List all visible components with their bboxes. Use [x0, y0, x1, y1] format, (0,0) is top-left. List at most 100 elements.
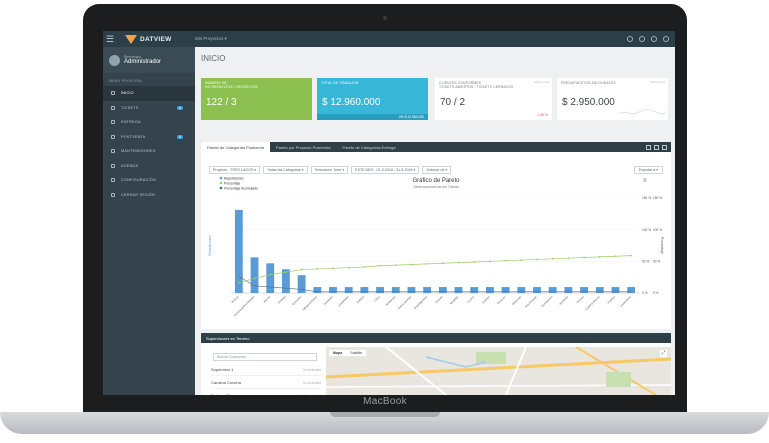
sidebar-item-label: POSTVENTA — [121, 134, 146, 139]
export-button[interactable]: Exportar a ▾ — [633, 166, 663, 174]
expand-icon[interactable] — [654, 144, 659, 150]
bar — [486, 287, 494, 293]
project-filter[interactable]: Proyecto - TRES LAGOS ▾ — [209, 166, 261, 174]
sort-filter[interactable]: Ordenar de ▾ — [422, 166, 452, 174]
tab-pareto-postventa[interactable]: Pareto de Categorías Postventa — [201, 142, 270, 152]
kpi-budgets: PRESUPUESTOS ADICIONALES Ultimo mes $ 2.… — [557, 78, 668, 120]
y-axis-label: Repeticiones — [208, 235, 212, 255]
projects-menu[interactable]: Mis Proyectos ▾ — [195, 36, 227, 42]
menu-toggle-icon[interactable]: ☰ — [103, 31, 117, 47]
legend-marker — [219, 181, 223, 185]
x-tick-label: Enchufes — [291, 294, 302, 305]
bar — [595, 287, 604, 293]
supervisor-row[interactable]: Supervisor 1 Sin actividad — [211, 364, 321, 376]
supervisor-row[interactable]: Carolina Concha Sin actividad — [211, 377, 321, 389]
tower-filter[interactable]: Seleccione Torre ▾ — [310, 166, 349, 174]
x-tick-label: Muebles — [449, 294, 460, 305]
sidebar-item-inicio[interactable]: INICIO — [103, 86, 195, 101]
x-tick-label: Guardapolvos — [413, 294, 429, 310]
x-tick-label: Lavamanos — [619, 294, 632, 307]
tab-pareto-proyecto[interactable]: Pareto por Proyecto Postventa — [270, 142, 336, 152]
search-icon[interactable] — [639, 36, 645, 42]
supervisor-row[interactable]: Esteban Flores Sin actividad — [211, 390, 321, 395]
map-tab-satellite[interactable]: Satélite — [346, 350, 366, 356]
user-icon[interactable] — [651, 36, 657, 42]
logo[interactable]: DATVIEW — [125, 34, 185, 44]
menu-icon[interactable] — [663, 36, 669, 42]
home-icon — [111, 91, 115, 96]
bar — [564, 287, 573, 293]
camera — [383, 16, 387, 20]
date-filter[interactable]: ESTE MES - 01-3-2018 - 31-3-2018 ▾ — [351, 166, 420, 174]
x-tick-label: Terrazas — [496, 294, 507, 305]
bar — [344, 287, 353, 293]
count-badge: 9 — [177, 134, 183, 139]
kpi-value: 122 / 3 — [206, 97, 237, 108]
list-icon — [111, 149, 115, 154]
sidebar-item-agenda[interactable]: AGENDA — [103, 159, 195, 174]
y2-tick-label-outer: 100 % — [653, 228, 662, 232]
y2-tick-label: 100 % — [642, 228, 651, 232]
supervisor-name: Carolina Concha — [211, 380, 241, 385]
user-box: Bienvenido Administrador — [103, 47, 195, 73]
bar — [454, 287, 463, 293]
sidebar-item-configuracin[interactable]: CONFIGURACIÓN — [103, 173, 195, 188]
supervisor-search-input[interactable]: Buscar Supervisor... — [213, 353, 317, 361]
y2-tick-label: 0 % — [642, 291, 648, 295]
avatar — [109, 54, 120, 66]
legend-label: Porcentaje Acumulado — [224, 186, 258, 190]
kpi-period: Ultimo mes — [649, 80, 665, 84]
y2-tick-label-outer: 50 % — [653, 260, 660, 264]
legend-label: Repeticiones — [224, 176, 244, 180]
sidebar-item-cerrarsesin[interactable]: CERRAR SESIÓN — [103, 188, 195, 203]
page-title: INICIO — [201, 54, 226, 63]
settings-icon[interactable] — [627, 36, 633, 42]
top-icons — [627, 36, 669, 42]
calendar-icon — [111, 163, 115, 168]
sidebar-item-mantenedores[interactable]: MANTENEDORES — [103, 144, 195, 159]
supervisor-name: Esteban Flores — [211, 393, 238, 395]
map[interactable]: Mapa Satélite ⤢ — [326, 347, 671, 395]
count-badge: 8 — [177, 105, 183, 110]
refresh-icon[interactable] — [646, 144, 651, 150]
bar — [407, 287, 416, 293]
logo-text: DATVIEW — [140, 35, 172, 43]
kpi-label: TOTAL DE TRABAJOS — [321, 81, 359, 85]
map-tab-map[interactable]: Mapa — [329, 350, 346, 356]
tab-pareto-entrega[interactable]: Pareto de Categorías Entrega — [336, 142, 401, 152]
bar — [313, 287, 322, 293]
bar — [234, 209, 243, 293]
sidebar: Bienvenido Administrador MENU PRINCIPAL … — [103, 47, 195, 395]
legend-label: Porcentaje — [224, 181, 240, 185]
x-tick-label: Iluminación — [541, 295, 554, 308]
main-content: INICIO NÚMERO DE NO RESUELTOS / RESUELTOS… — [195, 47, 675, 395]
kpi-unresolved: NÚMERO DE NO RESUELTOS / RESUELTOS 122 / … — [201, 78, 312, 120]
pareto-chart: Gráfico de ParetoObservaciones de los Ti… — [208, 176, 664, 317]
sidebar-item-tickets[interactable]: TICKETS 8 — [103, 101, 195, 116]
fullscreen-icon[interactable]: ⤢ — [660, 350, 667, 357]
category-filter[interactable]: Todas las Categorías ▾ — [263, 166, 308, 174]
x-tick-label: Ductos — [576, 294, 585, 303]
x-tick-label: Muros — [263, 294, 272, 303]
bar — [627, 287, 636, 293]
close-icon[interactable] — [662, 144, 667, 150]
wrench-icon — [111, 134, 115, 139]
sidebar-item-label: TICKETS — [121, 105, 139, 110]
sidebar-item-entrega[interactable]: ENTREGA — [103, 115, 195, 130]
x-tick-label: Ventanas — [323, 294, 335, 306]
sparkline — [619, 109, 665, 115]
supervisors-title: Supervisores en Terreno — [201, 333, 671, 343]
x-tick-label: Piso flotante — [524, 295, 538, 309]
kpi-clients: CLIENTES CONFORMES TICKETS ABIERTOS / TIC… — [435, 78, 552, 120]
sidebar-item-postventa[interactable]: POSTVENTA 9 — [103, 130, 195, 145]
kpi-value: $ 2.950.000 — [562, 97, 615, 108]
bar — [501, 287, 510, 293]
ticket-icon — [111, 105, 115, 110]
bar — [376, 287, 384, 293]
x-tick-label: Tabiques/Cielos — [301, 294, 318, 311]
bar — [438, 287, 447, 293]
x-tick-label: Pasillos — [607, 294, 617, 304]
y2-tick-label: 50 % — [642, 260, 649, 264]
user-name: Administrador — [124, 59, 162, 65]
menu-title: MENU PRINCIPAL — [109, 79, 143, 83]
